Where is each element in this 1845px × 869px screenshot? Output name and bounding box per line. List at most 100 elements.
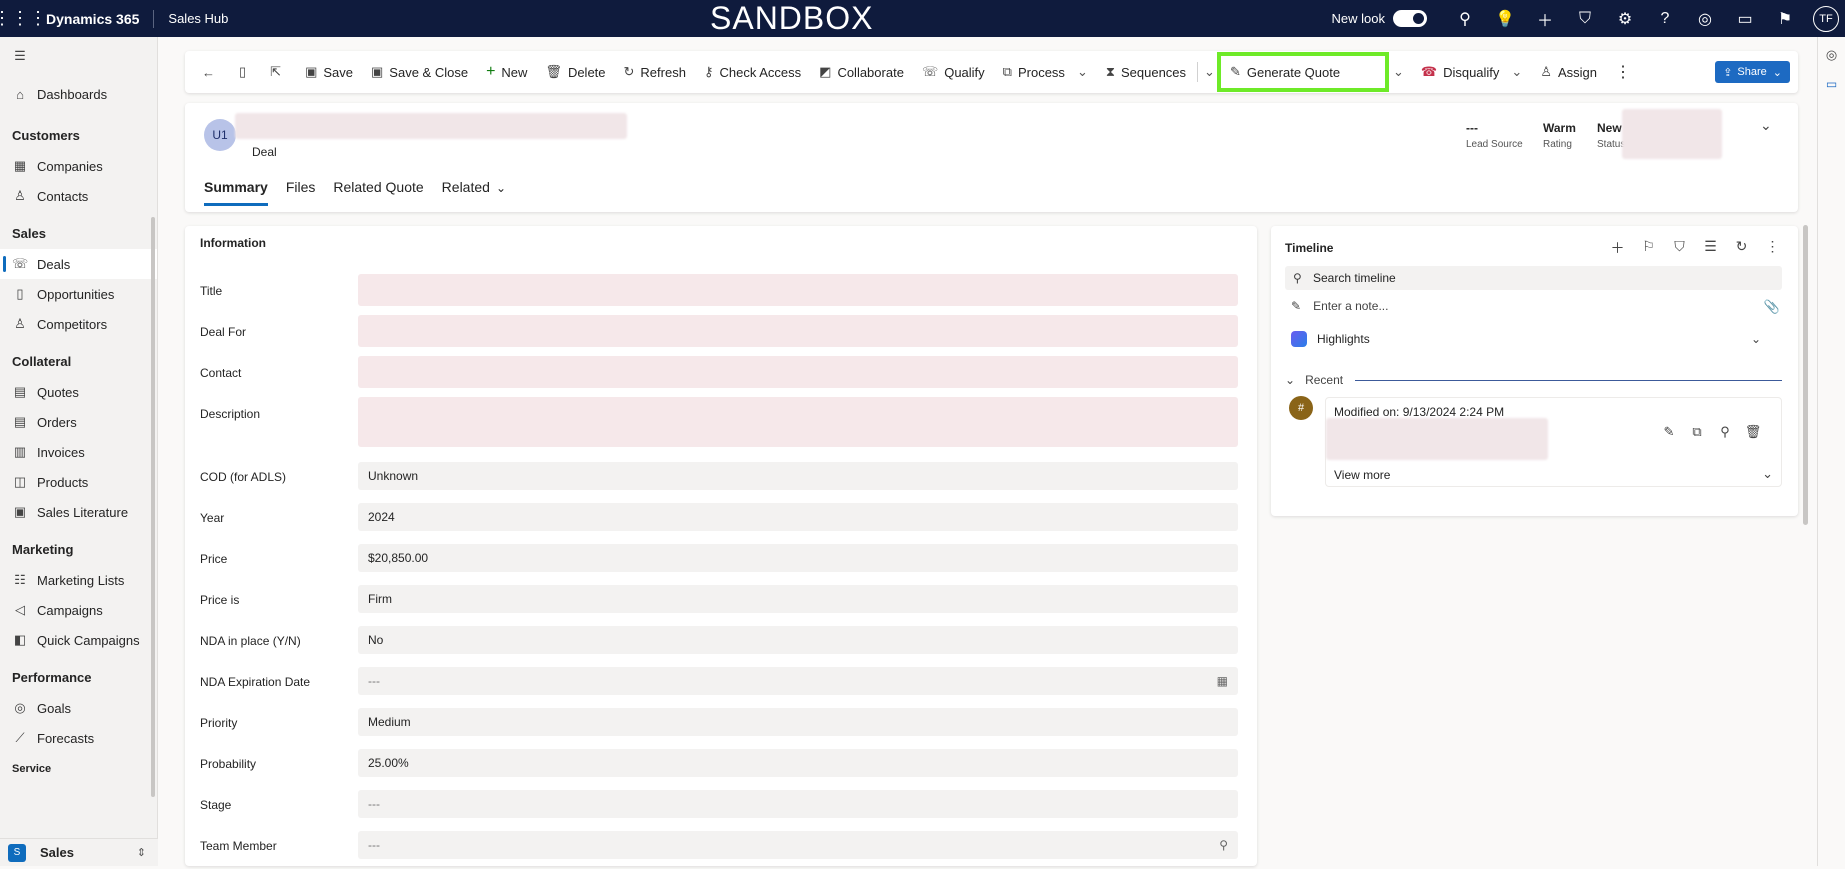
- lightbulb-icon[interactable]: 💡: [1485, 9, 1525, 29]
- sidebar-item-deals[interactable]: ☏ Deals: [0, 249, 157, 279]
- sidebar-item-contacts[interactable]: ♙ Contacts: [0, 181, 157, 211]
- bookmark-icon[interactable]: ⚐: [1633, 238, 1664, 258]
- chevron-updown-icon: ⇕: [136, 847, 146, 859]
- open-new-window-button[interactable]: ⇱: [261, 56, 296, 88]
- save-button[interactable]: ▣ Save: [296, 56, 362, 88]
- generate-quote-menu-button[interactable]: ⌄: [1385, 56, 1412, 88]
- copy-icon[interactable]: ⧉: [1683, 424, 1711, 440]
- chat-icon[interactable]: ▭: [1725, 9, 1765, 29]
- new-look-toggle[interactable]: [1393, 10, 1427, 27]
- sidebar-item-products[interactable]: ◫ Products: [0, 467, 157, 497]
- more-icon[interactable]: ⋮: [1757, 238, 1788, 258]
- sidebar-scrollbar[interactable]: [151, 217, 155, 797]
- chevron-down-icon[interactable]: ⌄: [1762, 466, 1773, 482]
- help-icon[interactable]: ?: [1645, 10, 1685, 28]
- hamburger-menu-icon[interactable]: ☰: [0, 41, 157, 71]
- form-view-button[interactable]: ▯: [230, 56, 261, 88]
- nda-expiration-input[interactable]: --- ▦: [358, 667, 1238, 695]
- sidebar-item-quotes[interactable]: ▤ Quotes: [0, 377, 157, 407]
- area-switcher[interactable]: S Sales ⇕: [0, 838, 158, 866]
- copilot-icon[interactable]: ◎: [1818, 47, 1845, 63]
- probability-input[interactable]: 25.00%: [358, 749, 1238, 777]
- settings-icon[interactable]: ⚙: [1605, 9, 1645, 29]
- plus-icon[interactable]: ＋: [1525, 7, 1565, 31]
- title-input[interactable]: [358, 274, 1238, 306]
- pin-icon[interactable]: ⚲: [1711, 424, 1739, 440]
- year-input[interactable]: 2024: [358, 503, 1238, 531]
- sequences-menu-button[interactable]: ⌄: [1200, 56, 1219, 88]
- view-more-link[interactable]: View more: [1334, 468, 1390, 482]
- attachment-icon[interactable]: 📎: [1764, 299, 1780, 315]
- main-scrollbar[interactable]: [1803, 225, 1808, 525]
- new-button[interactable]: + New: [477, 56, 536, 88]
- description-input[interactable]: [358, 397, 1238, 447]
- entry-modified: Modified on: 9/13/2024 2:24 PM: [1334, 405, 1505, 419]
- disqualify-button[interactable]: ☎ Disqualify ⌄: [1412, 56, 1531, 88]
- chevron-down-icon[interactable]: ⌄: [1760, 117, 1772, 134]
- team-member-input[interactable]: --- ⚲: [358, 831, 1238, 859]
- search-icon[interactable]: ⚲: [1219, 831, 1228, 859]
- price-input[interactable]: $20,850.00: [358, 544, 1238, 572]
- brand-name[interactable]: Dynamics 365: [46, 11, 139, 27]
- list-icon[interactable]: ☰: [1695, 238, 1726, 258]
- sidebar-item-invoices[interactable]: ▥ Invoices: [0, 437, 157, 467]
- copilot-icon[interactable]: ◎: [1685, 9, 1725, 29]
- sidebar-item-sales-literature[interactable]: ▣ Sales Literature: [0, 497, 157, 527]
- sidebar-item-marketing-lists[interactable]: ☷ Marketing Lists: [0, 565, 157, 595]
- delete-button[interactable]: 🗑 Delete: [536, 56, 614, 88]
- cod-input[interactable]: Unknown: [358, 462, 1238, 490]
- generate-quote-button[interactable]: ✎ Generate Quote: [1216, 52, 1389, 92]
- timeline-entry[interactable]: Modified on: 9/13/2024 2:24 PM ✎ ⧉ ⚲ 🗑 V…: [1325, 397, 1782, 487]
- nda-input[interactable]: No: [358, 626, 1238, 654]
- trash-icon[interactable]: 🗑: [1739, 424, 1767, 440]
- contact-input[interactable]: [358, 356, 1238, 388]
- stage-input[interactable]: ---: [358, 790, 1238, 818]
- tab-summary[interactable]: Summary: [204, 179, 268, 206]
- calendar-icon[interactable]: ▦: [1217, 667, 1228, 695]
- save-close-button[interactable]: ▣ Save & Close: [362, 56, 477, 88]
- filter-icon[interactable]: ⛉: [1664, 238, 1695, 258]
- price-is-input[interactable]: Firm: [358, 585, 1238, 613]
- sidebar-item-label: Products: [37, 474, 89, 490]
- check-access-button[interactable]: ⚷ Check Access: [695, 56, 810, 88]
- refresh-icon[interactable]: ↻: [1726, 238, 1757, 258]
- more-commands-icon[interactable]: ⋮: [1606, 56, 1640, 88]
- share-button[interactable]: ⇪ Share ⌄: [1715, 61, 1790, 83]
- user-avatar[interactable]: TF: [1813, 5, 1839, 32]
- sequences-button[interactable]: ⧗ Sequences: [1097, 56, 1195, 88]
- plus-icon[interactable]: ＋: [1602, 238, 1633, 258]
- sidebar-item-campaigns[interactable]: ◁ Campaigns: [0, 595, 157, 625]
- collaborate-button[interactable]: ◩ Collaborate: [810, 56, 913, 88]
- timeline-search-input[interactable]: ⚲ Search timeline: [1285, 266, 1782, 290]
- sidebar-item-competitors[interactable]: ♙ Competitors: [0, 309, 157, 339]
- tab-related[interactable]: Related ⌄: [442, 179, 506, 206]
- sidebar-item-dashboards[interactable]: ⌂ Dashboards: [0, 79, 157, 109]
- refresh-button[interactable]: ↻ Refresh: [615, 56, 695, 88]
- app-launcher-icon[interactable]: ⋮⋮⋮: [0, 0, 47, 37]
- search-icon[interactable]: ⚲: [1445, 9, 1485, 29]
- chat-icon[interactable]: ▭: [1818, 77, 1845, 91]
- app-name[interactable]: Sales Hub: [168, 11, 228, 26]
- tab-related-quote[interactable]: Related Quote: [333, 179, 423, 206]
- field-label: Priority: [200, 716, 238, 730]
- sidebar-item-orders[interactable]: ▤ Orders: [0, 407, 157, 437]
- note-input[interactable]: ✎ Enter a note...: [1291, 299, 1388, 313]
- lead-source-field: --- Lead Source: [1466, 121, 1523, 150]
- qualify-button[interactable]: ☏ Qualify: [913, 56, 994, 88]
- assign-button[interactable]: ♙ Assign: [1531, 56, 1606, 88]
- feedback-icon[interactable]: ⚑: [1765, 9, 1805, 29]
- sidebar-item-opportunities[interactable]: ▯ Opportunities: [0, 279, 157, 309]
- back-button[interactable]: ←: [193, 56, 230, 88]
- recent-group-header[interactable]: ⌄ Recent: [1285, 373, 1782, 387]
- edit-icon[interactable]: ✎: [1655, 424, 1683, 440]
- filter-icon[interactable]: ⛉: [1565, 10, 1605, 28]
- priority-input[interactable]: Medium: [358, 708, 1238, 736]
- tab-files[interactable]: Files: [286, 179, 316, 206]
- sidebar-item-forecasts[interactable]: ⟋ Forecasts: [0, 723, 157, 753]
- deal-for-input[interactable]: [358, 315, 1238, 347]
- sidebar-item-goals[interactable]: ◎ Goals: [0, 693, 157, 723]
- sidebar-item-quick-campaigns[interactable]: ◧ Quick Campaigns: [0, 625, 157, 655]
- highlights-row[interactable]: Highlights ⌄: [1291, 331, 1783, 347]
- sidebar-item-companies[interactable]: ▦ Companies: [0, 151, 157, 181]
- process-button[interactable]: ⧉ Process ⌄: [994, 56, 1097, 88]
